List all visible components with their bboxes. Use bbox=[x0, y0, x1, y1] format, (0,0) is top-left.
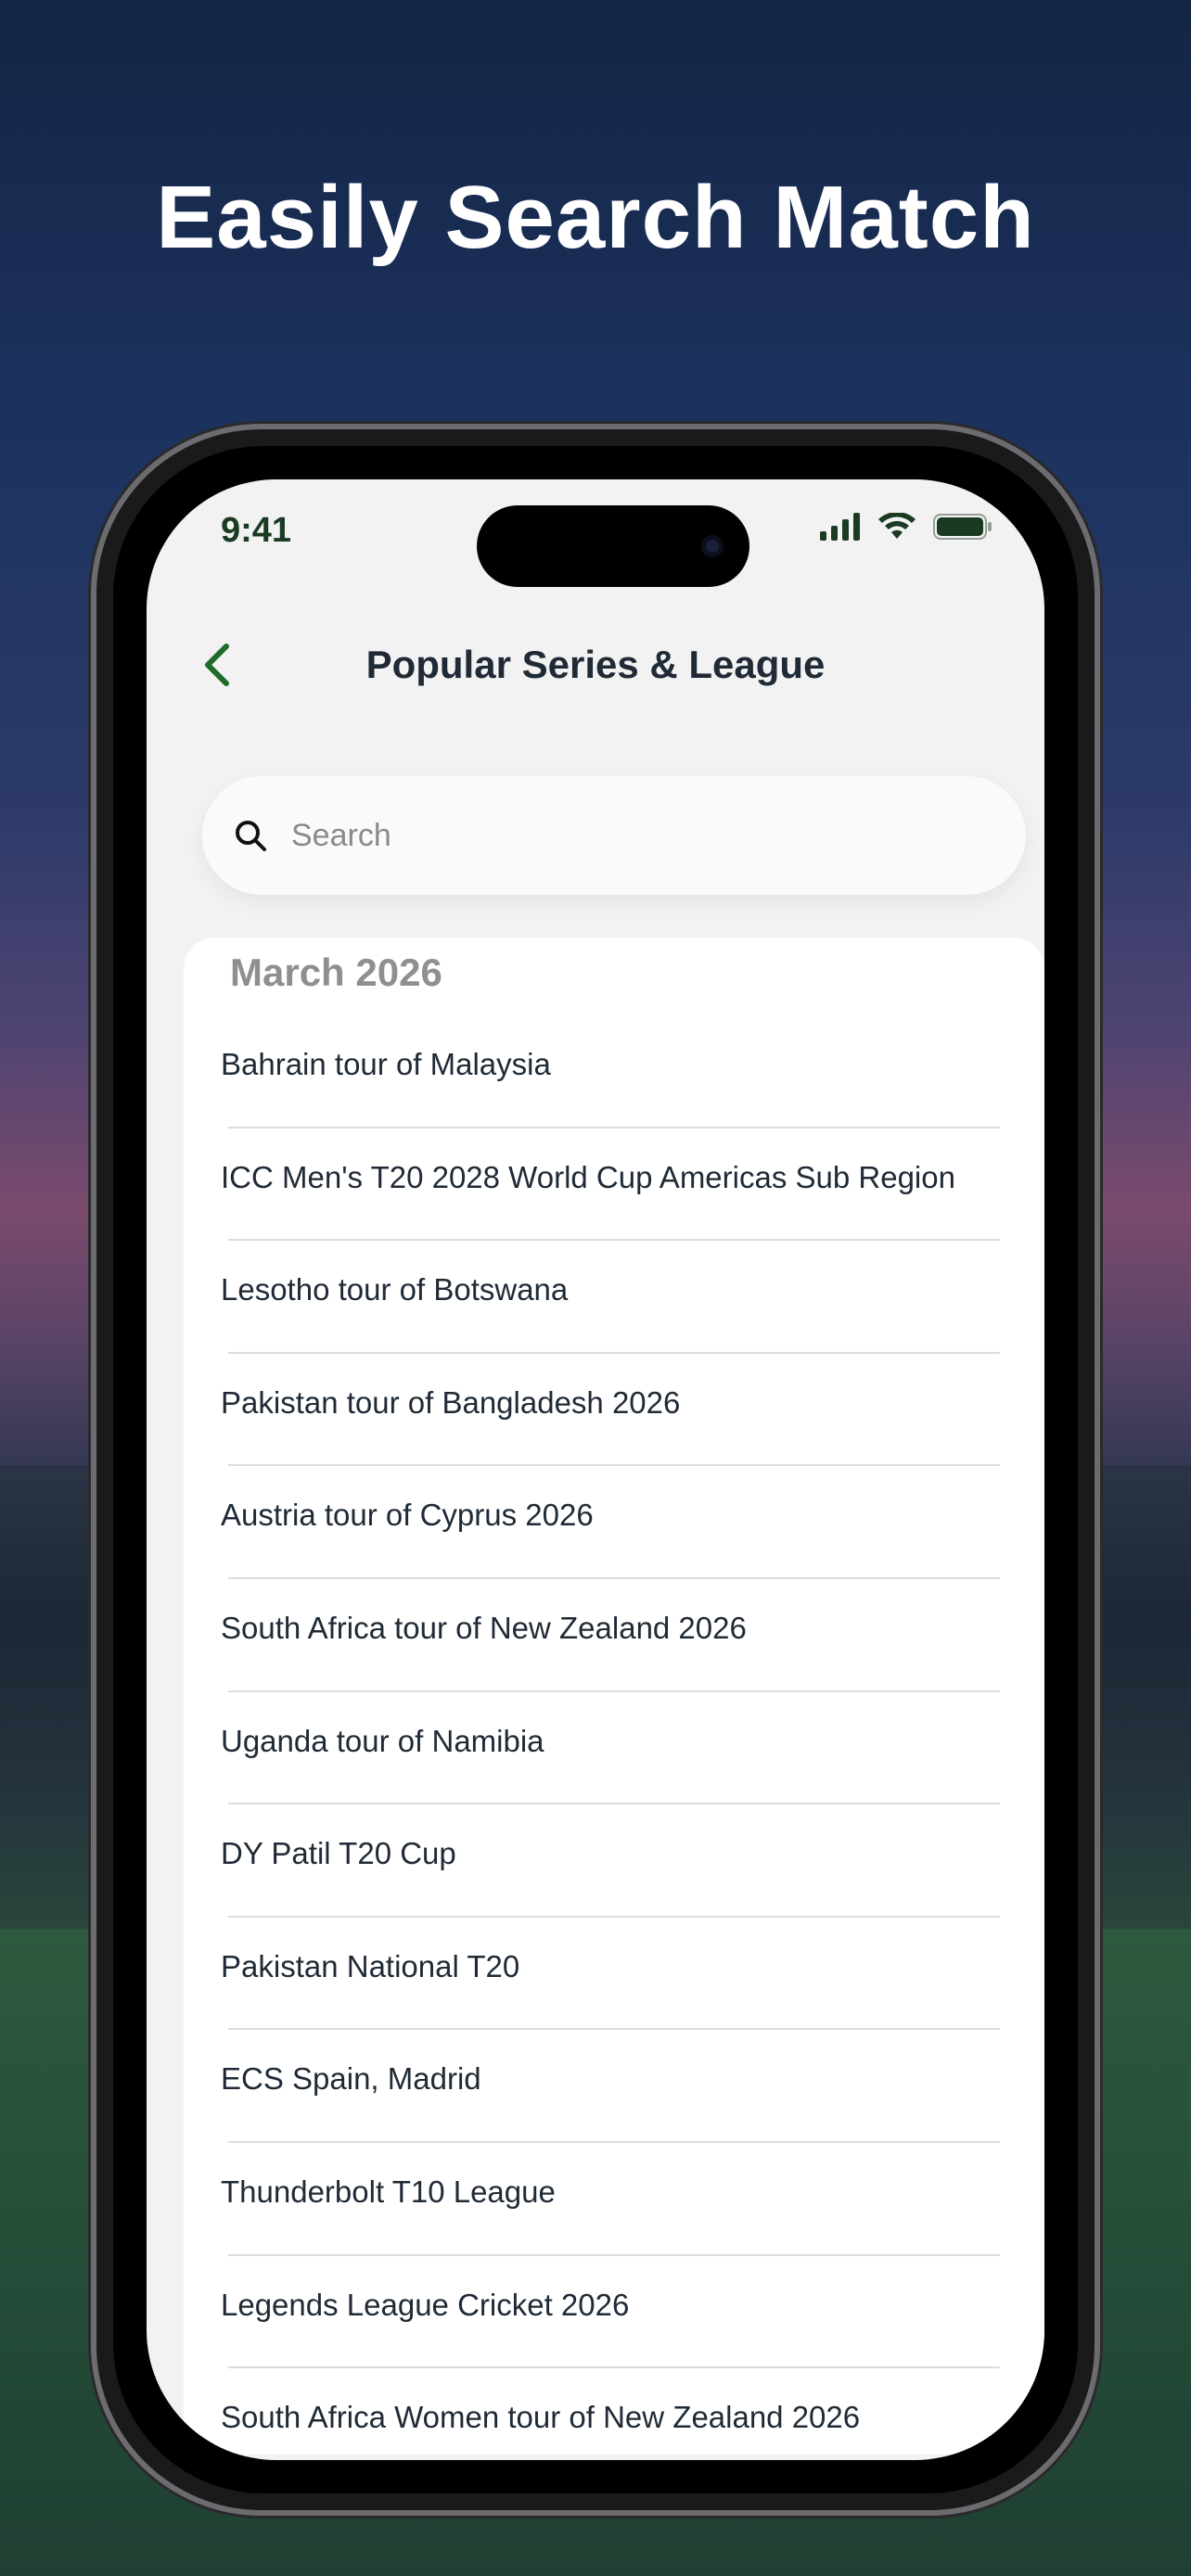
app-screen: 9:41 Popular Series & League Search Marc… bbox=[147, 479, 1044, 2460]
status-time: 9:41 bbox=[221, 511, 292, 550]
series-name: Pakistan tour of Bangladesh 2026 bbox=[221, 1384, 681, 1420]
camera-icon bbox=[701, 535, 724, 557]
series-name: ICC Men's T20 2028 World Cup Americas Su… bbox=[221, 1159, 955, 1194]
promo-headline: Easily Search Match bbox=[156, 168, 1035, 267]
section-month-header: March 2026 bbox=[230, 950, 442, 994]
magnifier-icon bbox=[236, 821, 266, 851]
series-list-item[interactable]: Thunderbolt T10 League bbox=[184, 2143, 1044, 2256]
phone-bezel: 9:41 Popular Series & League Search Marc… bbox=[113, 446, 1078, 2493]
series-name: Austria tour of Cyprus 2026 bbox=[221, 1498, 594, 1533]
series-list-item[interactable]: Pakistan tour of Bangladesh 2026 bbox=[184, 1354, 1044, 1467]
phone-mockup: 9:41 Popular Series & League Search Marc… bbox=[96, 429, 1095, 2510]
battery-icon bbox=[933, 514, 992, 540]
series-list-item[interactable]: ICC Men's T20 2028 World Cup Americas Su… bbox=[184, 1129, 1044, 1242]
series-name: Bahrain tour of Malaysia bbox=[221, 1047, 551, 1081]
series-name: DY Patil T20 Cup bbox=[221, 1836, 456, 1871]
search-input[interactable] bbox=[289, 816, 942, 855]
series-list-item[interactable]: Bahrain tour of Malaysia bbox=[184, 1015, 1044, 1129]
series-list: Bahrain tour of Malaysia ICC Men's T20 2… bbox=[184, 1015, 1044, 2455]
series-name: South Africa tour of New Zealand 2026 bbox=[221, 1610, 747, 1645]
series-name: Pakistan National T20 bbox=[221, 1948, 520, 1983]
series-list-item[interactable]: Austria tour of Cyprus 2026 bbox=[184, 1466, 1044, 1579]
series-name: ECS Spain, Madrid bbox=[221, 2061, 481, 2097]
status-icons bbox=[820, 513, 992, 541]
series-name: Legends League Cricket 2026 bbox=[221, 2287, 630, 2322]
search-bar[interactable] bbox=[202, 776, 1026, 895]
series-name: Thunderbolt T10 League bbox=[221, 2174, 556, 2209]
series-list-card: March 2026 Bahrain tour of Malaysia ICC … bbox=[184, 937, 1044, 2455]
series-name: Lesotho tour of Botswana bbox=[221, 1272, 569, 1307]
series-list-item[interactable]: Lesotho tour of Botswana bbox=[184, 1241, 1044, 1354]
series-list-item[interactable]: Uganda tour of Namibia bbox=[184, 1692, 1044, 1805]
series-list-item[interactable]: DY Patil T20 Cup bbox=[184, 1804, 1044, 1918]
series-list-item[interactable]: Pakistan National T20 bbox=[184, 1918, 1044, 2031]
series-list-item[interactable]: South Africa tour of New Zealand 2026 bbox=[184, 1579, 1044, 1692]
series-name: South Africa Women tour of New Zealand 2… bbox=[221, 2400, 861, 2435]
cellular-signal-icon bbox=[820, 513, 860, 541]
wifi-icon bbox=[878, 513, 916, 539]
page-title: Popular Series & League bbox=[365, 643, 826, 686]
series-list-item[interactable]: Legends League Cricket 2026 bbox=[184, 2256, 1044, 2369]
series-name: Uganda tour of Namibia bbox=[221, 1723, 544, 1758]
series-list-item[interactable]: South Africa Women tour of New Zealand 2… bbox=[184, 2368, 1044, 2455]
dynamic-island bbox=[477, 505, 749, 587]
series-list-item[interactable]: ECS Spain, Madrid bbox=[184, 2030, 1044, 2143]
